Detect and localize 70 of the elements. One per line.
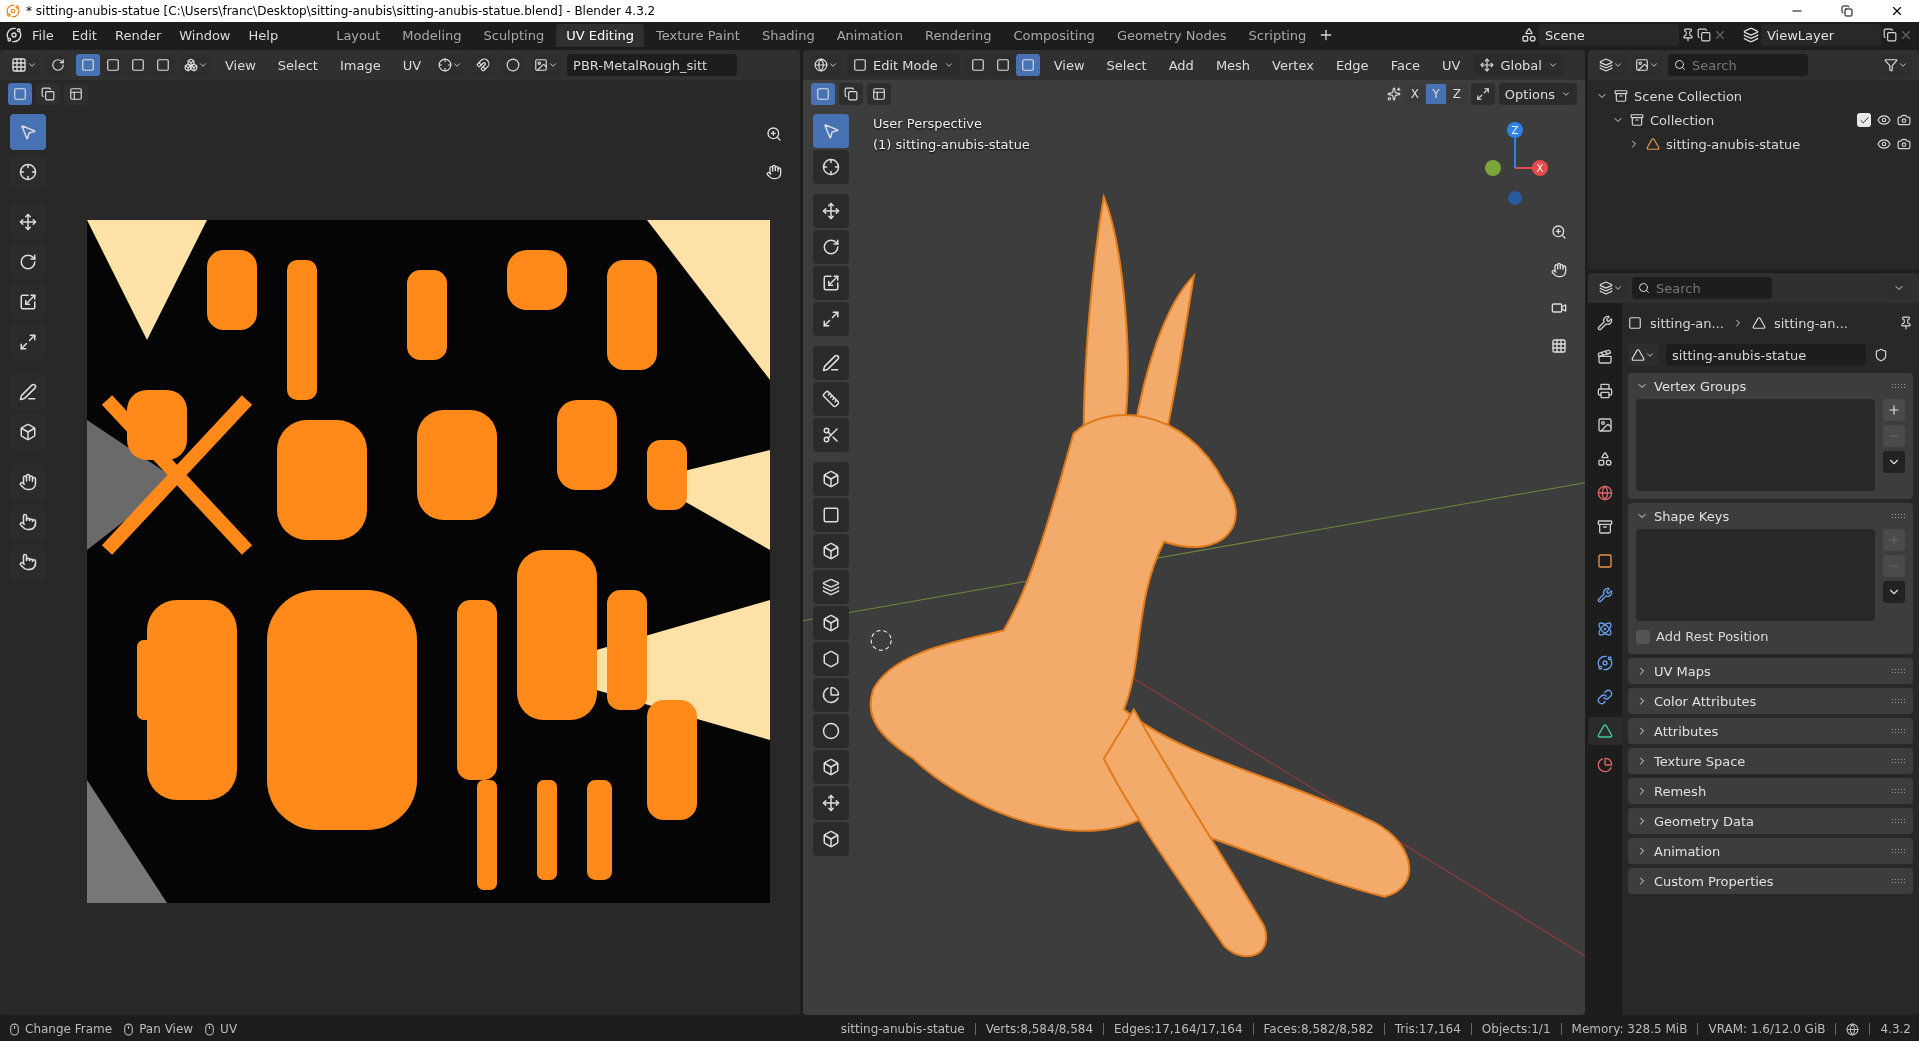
menu-item[interactable]: Face (1382, 54, 1429, 76)
panel-header[interactable]: Vertex Groups (1628, 373, 1913, 399)
panel-header[interactable]: Color Attributes (1628, 688, 1913, 714)
workspace-tab[interactable]: Layout (326, 23, 391, 47)
panel-header[interactable]: Texture Space (1628, 748, 1913, 774)
workspace-tab[interactable]: Texture Paint (646, 23, 750, 47)
menu-item[interactable]: UV (1434, 54, 1469, 76)
panel-header[interactable]: Custom Properties (1628, 868, 1913, 894)
workspace-tab[interactable]: Rendering (915, 23, 1002, 47)
workspace-tab[interactable]: Animation (826, 23, 913, 47)
axis-toggle[interactable]: Y (1425, 84, 1446, 104)
status-stat: Verts:8,584/8,584 (985, 1022, 1094, 1036)
scene-field[interactable]: Scene (1539, 24, 1679, 46)
status-hint: Pan View (139, 1022, 194, 1036)
menu-item[interactable]: Add (1160, 54, 1202, 76)
workspace-tab[interactable]: Geometry Nodes (1106, 23, 1237, 47)
menu-item[interactable]: Edge (1327, 54, 1377, 76)
orientation-dropdown[interactable]: Global (1474, 54, 1564, 76)
menu-item[interactable]: Edit (63, 24, 105, 46)
status-stat: sitting-anubis-statue (840, 1022, 965, 1036)
menu-item[interactable]: Render (106, 24, 170, 46)
outliner-item[interactable]: Scene Collection (1634, 88, 1743, 104)
mode-dropdown[interactable]: Edit Mode (847, 54, 960, 76)
workspace-tab[interactable]: Modeling (392, 23, 472, 47)
status-stat: VRAM: 1.6/12.0 GiB (1708, 1022, 1826, 1036)
image-name-field[interactable]: PBR-MetalRough_sitt (567, 54, 738, 76)
menu-item[interactable]: Window (171, 24, 239, 46)
panel-header[interactable]: Animation (1628, 838, 1913, 864)
mesh-name-field[interactable]: sitting-anubis-statue (1666, 344, 1866, 366)
panel-header[interactable]: UV Maps (1628, 658, 1913, 684)
workspace-tab[interactable]: UV Editing (556, 23, 644, 47)
status-stat: Faces:8,582/8,582 (1263, 1022, 1374, 1036)
status-stat: Edges:17,164/17,164 (1114, 1022, 1243, 1036)
status-stat: Memory: 328.5 MiB (1571, 1022, 1688, 1036)
workspace-tab[interactable]: Shading (751, 23, 825, 47)
panel-header[interactable]: Geometry Data (1628, 808, 1913, 834)
version-text: 4.3.2 (1880, 1022, 1911, 1036)
menu-item[interactable]: Image (331, 54, 389, 76)
workspace-tab[interactable]: Sculpting (473, 23, 555, 47)
menu-item[interactable]: Select (269, 54, 326, 76)
panel-header[interactable]: Attributes (1628, 718, 1913, 744)
search-field[interactable]: Search (1668, 54, 1808, 76)
outliner-item[interactable]: sitting-anubis-statue (1666, 136, 1801, 152)
menu-item[interactable]: Select (1098, 54, 1155, 76)
status-hint: Change Frame (25, 1022, 113, 1036)
menu-item[interactable]: UV (394, 54, 430, 76)
axis-gizmo-drawing[interactable]: Z X (1485, 118, 1555, 208)
panel-header[interactable]: Shape Keys (1628, 503, 1913, 529)
menu-item[interactable]: Vertex (1264, 54, 1322, 76)
menu-item[interactable]: Help (240, 24, 287, 46)
status-hint: UV (220, 1022, 238, 1036)
workspace-tab[interactable]: Compositing (1003, 23, 1105, 47)
menu-item[interactable]: View (217, 54, 264, 76)
viewport-info-text: (1) sitting-anubis-statue (873, 137, 1030, 152)
window-title: * sitting-anubis-statue [C:\Users\franc\Desktop\sitting-anubis\sitting-anubis-statue.blend] - Blender 4.3.2 (26, 4, 657, 18)
panel-header[interactable]: Remesh (1628, 778, 1913, 804)
breadcrumb-item[interactable]: sitting-an... (1650, 315, 1724, 331)
view-layer-field[interactable]: ViewLayer (1761, 24, 1881, 46)
status-stat: Objects:1/1 (1481, 1022, 1551, 1036)
options-dropdown[interactable]: Options (1498, 83, 1577, 105)
checkbox-label: Add Rest Position (1656, 629, 1769, 644)
workspace-tab[interactable]: Scripting (1238, 23, 1317, 47)
menu-item[interactable]: File (24, 24, 62, 46)
breadcrumb-item[interactable]: sitting-an... (1774, 315, 1848, 331)
menu-item[interactable]: View (1045, 54, 1093, 76)
search-field[interactable]: Search (1632, 277, 1772, 299)
status-stat: Tris:17,164 (1394, 1022, 1461, 1036)
outliner-item[interactable]: Collection (1650, 112, 1715, 128)
menu-item[interactable]: Mesh (1207, 54, 1259, 76)
viewport-info-text: User Perspective (873, 116, 984, 131)
